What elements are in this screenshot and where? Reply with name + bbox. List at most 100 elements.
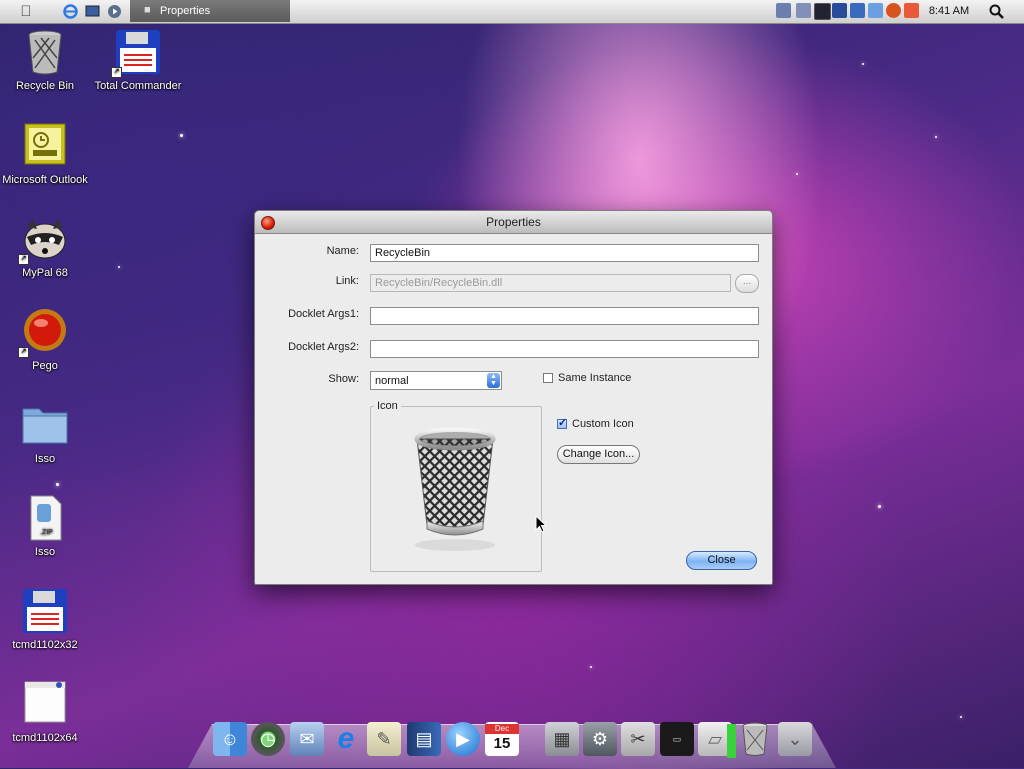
console-icon[interactable]: ▭ [660,722,694,756]
menu-clock[interactable]: 8:41 AM [920,0,978,23]
desktop-icon-label: MyPal 68 [22,267,68,279]
shortcut-arrow-icon: ↗ [18,254,29,265]
link-field [370,274,731,292]
spotlight-search-icon[interactable] [988,4,1004,19]
calculator-icon[interactable]: ▦ [545,722,579,756]
downloads-icon[interactable]: ⌄ [778,722,812,756]
display-icon[interactable] [84,4,100,19]
keyboard-icon[interactable] [796,3,811,18]
browse-button[interactable]: ... [735,274,759,293]
desktop-icon-isso-folder[interactable]: Isso [0,401,92,465]
icon-group-label: Icon [374,400,401,412]
icon-groupbox [370,406,542,572]
notes-icon[interactable]: ✎ [367,722,401,756]
args1-field[interactable] [370,307,759,325]
trash-bin-icon [21,28,69,76]
star [960,716,962,718]
desktop-icon-isso-zip[interactable]: .ZIP Isso [0,494,92,558]
window-icon [21,680,69,728]
desktop-icon-label: Total Commander [94,80,182,92]
desktop-icon-label: Isso [34,453,56,465]
star [56,483,59,486]
star [862,63,864,65]
desktop-icon-label: Isso [34,546,56,558]
window-icon: ■ [144,4,151,16]
tool-icon[interactable] [868,3,883,18]
desktop-icon-tcmd32[interactable]: tcmd1102x32 [0,587,92,651]
shortcut-arrow-icon: ↗ [18,347,29,358]
star [118,266,120,268]
show-label: Show: [328,373,359,385]
monitor-icon[interactable] [814,3,831,20]
floppy-disk-icon: ↗ [111,28,162,78]
internet-explorer-icon[interactable]: e [329,722,363,756]
calendar-icon[interactable]: Dec 15 [485,722,519,756]
zip-file-icon: .ZIP [21,494,69,542]
desktop-icon-label: tcmd1102x64 [12,732,78,744]
same-instance-label: Same Instance [558,372,632,384]
chart-icon[interactable] [850,3,865,18]
desktop-icon-label: Microsoft Outlook [2,174,88,186]
close-button[interactable]: Close [686,551,757,570]
custom-icon-label: Custom Icon [572,418,634,430]
link-label: Link: [335,275,359,287]
custom-icon-checkbox[interactable] [557,416,567,429]
shortcut-arrow-icon: ↗ [111,67,122,78]
ie-icon[interactable] [62,4,78,19]
desktop-icon-label: tcmd1102x32 [12,639,78,651]
scissors-icon[interactable]: ✂ [621,722,655,756]
system-prefs-icon[interactable]: ⚙ [583,722,617,756]
desktop-icon-mypal[interactable]: ↗ MyPal 68 [0,215,92,279]
calendar-day: 15 [493,735,511,752]
show-select-value: normal [375,375,409,387]
quicktime-icon[interactable]: ▶ [446,722,480,756]
recycle-bin-preview-icon [405,425,505,556]
apple-logo-icon[interactable]:  [18,3,34,20]
search-tray-icon[interactable] [886,3,901,18]
args2-field[interactable] [370,340,759,358]
app-icon[interactable] [832,3,847,18]
time-machine-icon[interactable]: ◷ [251,722,285,756]
folder-icon [21,401,69,449]
star [878,505,881,508]
name-label: Name: [326,245,359,257]
svg-text:.ZIP: .ZIP [40,529,53,536]
settings-icon[interactable] [904,3,919,18]
trash-icon[interactable] [738,722,772,756]
desktop-icon-label: Pego [32,360,58,372]
book-icon[interactable]: ▤ [407,722,441,756]
select-arrows-icon: ▲ ▼ [487,373,500,388]
show-select[interactable]: normal ▲ ▼ [370,371,502,390]
star [796,173,798,175]
desktop-icon-tcmd64[interactable]: tcmd1102x64 [0,680,92,744]
dialog-titlebar[interactable]: Properties [255,211,772,234]
raccoon-icon: ↗ [18,215,69,265]
desktop-icon-microsoft-outlook[interactable]: Microsoft Outlook [0,122,92,186]
change-icon-button[interactable]: Change Icon... [557,445,640,464]
red-orb-icon: ↗ [18,308,69,358]
desktop-icon-recycle-bin[interactable]: Recycle Bin [0,28,92,92]
args1-label: Docklet Args1: [288,308,359,320]
taskbar-button-label: Properties [160,5,211,17]
desktop-icon-label: Recycle Bin [15,80,75,92]
name-field[interactable] [370,244,759,262]
taskbar-button-properties[interactable]: ■ Properties [130,0,290,22]
running-indicator [727,724,736,758]
star [180,134,183,137]
same-instance-checkbox[interactable] [543,373,553,383]
mouse-pointer-icon [535,514,548,536]
menu-bar:  ■ Properties 8:41 AM [0,0,1024,24]
outlook-icon [21,122,69,170]
finder-icon[interactable]: ☺ [213,722,247,756]
close-window-icon[interactable] [261,216,275,230]
args2-label: Docklet Args2: [288,341,359,353]
calendar-month: Dec [485,724,519,734]
dialog-title: Properties [486,215,541,229]
media-icon[interactable] [106,4,122,19]
desktop-icon-pego[interactable]: ↗ Pego [0,308,92,372]
network-icon[interactable] [776,3,791,18]
desktop-icon-total-commander[interactable]: ↗ Total Commander [91,28,185,92]
star [935,136,937,138]
floppy-disk-icon [21,587,69,635]
mail-icon[interactable]: ✉ [290,722,324,756]
